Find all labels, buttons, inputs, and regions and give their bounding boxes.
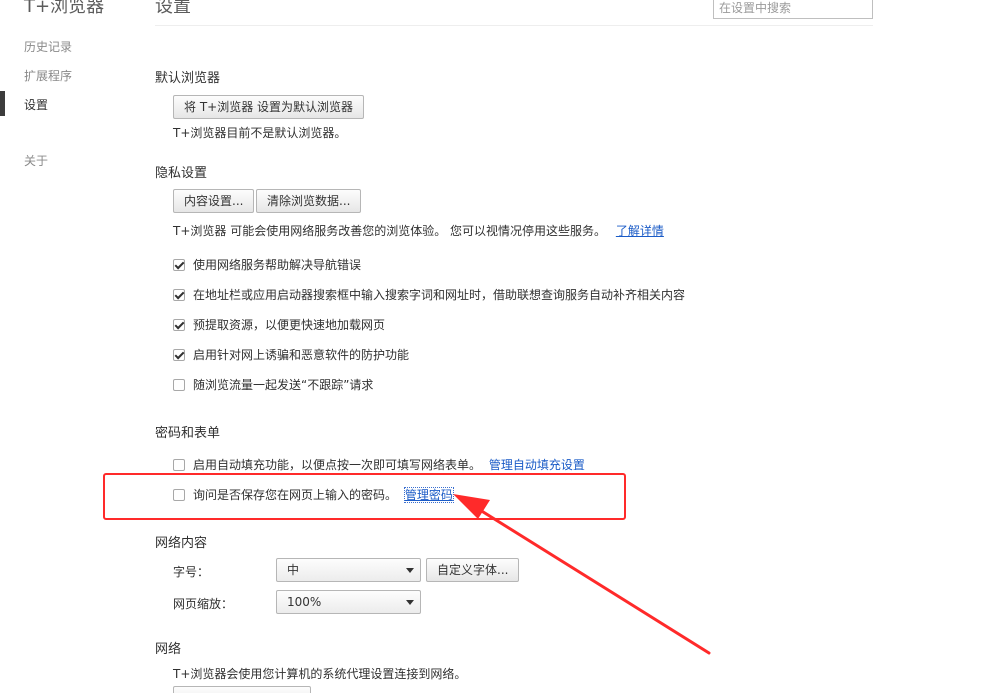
app-title: T+浏览器 bbox=[24, 0, 105, 17]
default-browser-status: T+浏览器目前不是默认浏览器。 bbox=[173, 126, 347, 140]
learn-more-link[interactable]: 了解详情 bbox=[616, 224, 664, 238]
settings-search-input[interactable] bbox=[713, 0, 873, 19]
autofill-checkbox[interactable] bbox=[173, 458, 185, 471]
checkbox-label: 启用自动填充功能，以便点按一次即可填写网络表单。 bbox=[193, 458, 482, 472]
autofill-row[interactable]: 启用自动填充功能，以便点按一次即可填写网络表单。 管理自动填充设置 bbox=[173, 456, 585, 472]
privacy-option-row[interactable]: 在地址栏或应用启动器搜索框中输入搜索字词和网址时，借助联想查询服务自动补齐相关内… bbox=[173, 286, 685, 302]
privacy-option-row[interactable]: 预提取资源，以便更快速地加载网页 bbox=[173, 316, 385, 332]
network-description: T+浏览器会使用您计算机的系统代理设置连接到网络。 bbox=[173, 667, 467, 681]
prefetch-checkbox[interactable] bbox=[173, 318, 185, 331]
manage-autofill-link[interactable]: 管理自动填充设置 bbox=[489, 458, 585, 472]
section-title-passwords: 密码和表单 bbox=[155, 426, 221, 441]
save-passwords-checkbox[interactable] bbox=[173, 488, 185, 501]
safe-browsing-checkbox[interactable] bbox=[173, 348, 185, 361]
section-title-network: 网络 bbox=[155, 642, 182, 657]
dropdown-arrow-icon bbox=[406, 600, 414, 605]
privacy-option-row[interactable]: 随浏览流量一起发送“不跟踪”请求 bbox=[173, 376, 373, 392]
dropdown-arrow-icon bbox=[406, 568, 414, 573]
set-default-browser-button[interactable]: 将 T+浏览器 设置为默认浏览器 bbox=[173, 95, 365, 119]
nav-error-checkbox[interactable] bbox=[173, 258, 185, 271]
checkbox-label: 使用网络服务帮助解决导航错误 bbox=[193, 258, 362, 272]
privacy-description: T+浏览器 可能会使用网络服务改善您的浏览体验。 您可以视情况停用这些服务。 了… bbox=[173, 222, 664, 239]
checkbox-label: 启用针对网上诱骗和恶意软件的防护功能 bbox=[193, 348, 410, 362]
page-zoom-select[interactable]: 100% bbox=[276, 590, 421, 614]
do-not-track-checkbox[interactable] bbox=[173, 378, 185, 391]
checkbox-label: 询问是否保存您在网页上输入的密码。 bbox=[193, 488, 398, 502]
font-size-label: 字号： bbox=[173, 565, 210, 579]
search-suggest-checkbox[interactable] bbox=[173, 288, 185, 301]
custom-fonts-button[interactable]: 自定义字体... bbox=[426, 558, 520, 582]
page-title: 设置 bbox=[155, 0, 191, 17]
font-size-value: 中 bbox=[287, 563, 300, 577]
nav-item-history[interactable]: 历史记录 bbox=[24, 38, 72, 55]
save-passwords-row[interactable]: 询问是否保存您在网页上输入的密码。 管理密码 bbox=[173, 486, 454, 503]
page-zoom-label: 网页缩放： bbox=[173, 597, 234, 611]
font-size-select[interactable]: 中 bbox=[276, 558, 421, 582]
nav-item-extensions[interactable]: 扩展程序 bbox=[24, 67, 72, 84]
section-title-web-content: 网络内容 bbox=[155, 536, 208, 551]
checkbox-label: 随浏览流量一起发送“不跟踪”请求 bbox=[193, 378, 374, 392]
clear-browsing-data-button[interactable]: 清除浏览数据... bbox=[256, 189, 362, 213]
privacy-description-text: T+浏览器 可能会使用网络服务改善您的浏览体验。 您可以视情况停用这些服务。 bbox=[173, 224, 607, 238]
nav-item-about[interactable]: 关于 bbox=[24, 152, 48, 169]
manage-passwords-link[interactable]: 管理密码 bbox=[403, 487, 454, 503]
annotation-arrow-icon bbox=[453, 494, 711, 655]
checkbox-label: 在地址栏或应用启动器搜索框中输入搜索字词和网址时，借助联想查询服务自动补齐相关内… bbox=[193, 288, 686, 302]
proxy-settings-button[interactable] bbox=[173, 686, 311, 693]
nav-item-settings[interactable]: 设置 bbox=[24, 96, 48, 113]
settings-page: T+浏览器 历史记录 扩展程序 设置 关于 设置 默认浏览器 将 T+浏览器 设… bbox=[0, 0, 1000, 693]
header-divider bbox=[155, 25, 873, 26]
nav-selection-marker bbox=[0, 91, 5, 116]
faded-header-text bbox=[190, 4, 360, 18]
privacy-option-row[interactable]: 使用网络服务帮助解决导航错误 bbox=[173, 256, 361, 272]
content-settings-button[interactable]: 内容设置... bbox=[173, 189, 255, 213]
privacy-option-row[interactable]: 启用针对网上诱骗和恶意软件的防护功能 bbox=[173, 346, 409, 362]
section-title-default-browser: 默认浏览器 bbox=[155, 71, 221, 86]
page-zoom-value: 100% bbox=[287, 595, 322, 609]
section-title-privacy: 隐私设置 bbox=[155, 166, 208, 181]
checkbox-label: 预提取资源，以便更快速地加载网页 bbox=[193, 318, 386, 332]
